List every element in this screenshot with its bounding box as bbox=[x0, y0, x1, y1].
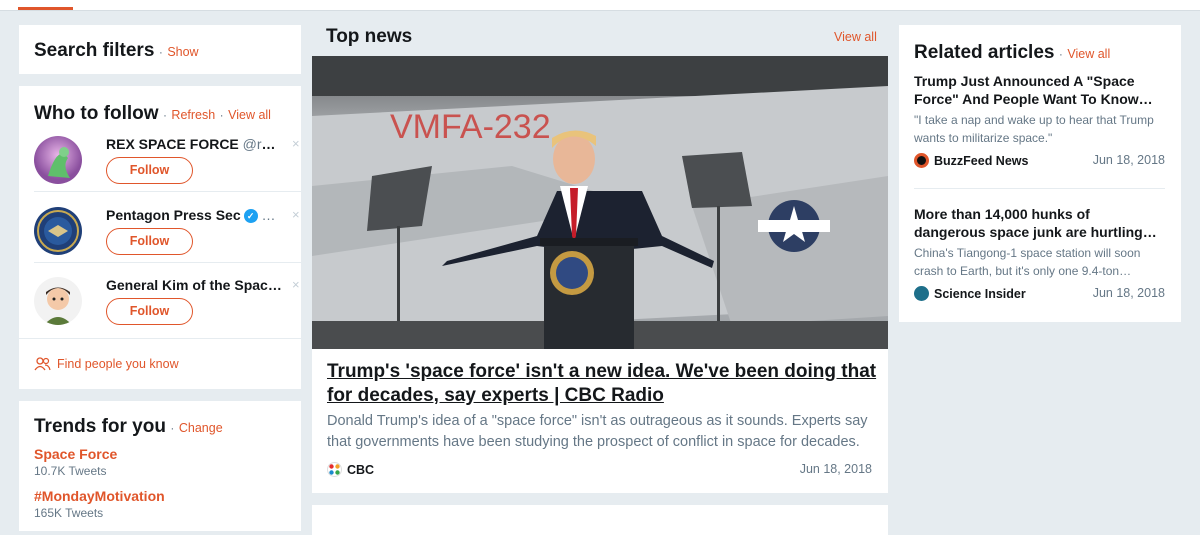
separator-dot: · bbox=[1058, 47, 1063, 61]
related-article-title[interactable]: More than 14,000 hunks of dangerous spac… bbox=[914, 205, 1165, 241]
search-filters-title: Search filters bbox=[34, 40, 155, 61]
follow-suggestion-rex: REX SPACE FORCE @rex… × Follow bbox=[34, 136, 301, 206]
buzzfeed-logo-icon bbox=[914, 153, 929, 168]
trend-name[interactable]: Space Force bbox=[34, 446, 286, 462]
separator-dot: · bbox=[158, 45, 163, 59]
trend-item[interactable]: Space Force 10.7K Tweets bbox=[34, 446, 286, 478]
related-article-description: China's Tiangong-1 space station will so… bbox=[914, 246, 1141, 278]
related-article-description: "I take a nap and wake up to hear that T… bbox=[914, 113, 1154, 145]
avatar[interactable] bbox=[34, 207, 82, 255]
avatar[interactable] bbox=[34, 136, 82, 184]
refresh-link[interactable]: Refresh bbox=[171, 108, 215, 122]
follow-button[interactable]: Follow bbox=[106, 157, 193, 184]
trend-count: 165K Tweets bbox=[34, 506, 104, 520]
related-article-date: Jun 18, 2018 bbox=[1092, 286, 1165, 300]
related-article-source: Science Insider bbox=[914, 286, 1026, 301]
active-tab-indicator bbox=[18, 7, 73, 10]
divider bbox=[34, 262, 301, 263]
news-date: Jun 18, 2018 bbox=[799, 462, 872, 476]
next-news-card[interactable] bbox=[312, 505, 888, 535]
follow-suggestion-pentagon: Pentagon Press Sec ✓ … × Follow bbox=[34, 207, 301, 277]
account-name[interactable]: Pentagon Press Sec ✓ … bbox=[106, 207, 282, 223]
trends-card: Trends for you · Change Space Force 10.7… bbox=[19, 401, 301, 531]
related-article-title[interactable]: Trump Just Announced A "Space Force" And… bbox=[914, 72, 1165, 108]
divider bbox=[914, 188, 1165, 189]
hero-sign-text: VMFA-232 bbox=[390, 108, 551, 146]
top-nav-bar bbox=[0, 0, 1200, 11]
trend-name[interactable]: #MondayMotivation bbox=[34, 488, 286, 504]
separator-dot: · bbox=[170, 421, 175, 435]
divider bbox=[34, 191, 301, 192]
who-to-follow-card: Who to follow · Refresh · View all REX S… bbox=[19, 86, 301, 389]
related-article-source: BuzzFeed News bbox=[914, 153, 1028, 168]
dismiss-icon[interactable]: × bbox=[292, 207, 300, 222]
related-articles-title: Related articles bbox=[914, 42, 1055, 63]
dismiss-icon[interactable]: × bbox=[292, 136, 300, 151]
search-filters-card: Search filters · Show bbox=[19, 25, 301, 74]
news-description: Donald Trump's idea of a "space force" i… bbox=[327, 413, 868, 450]
search-filters-show-link[interactable]: Show bbox=[167, 45, 198, 59]
top-news-view-all-link[interactable]: View all bbox=[834, 30, 877, 44]
related-article-date: Jun 18, 2018 bbox=[1092, 153, 1165, 167]
related-article[interactable]: Trump Just Announced A "Space Force" And… bbox=[914, 72, 1165, 168]
separator-dot: · bbox=[219, 108, 224, 122]
follow-view-all-link[interactable]: View all bbox=[228, 108, 271, 122]
news-hero-image[interactable]: VMFA-232 bbox=[312, 56, 888, 349]
related-article[interactable]: More than 14,000 hunks of dangerous spac… bbox=[914, 205, 1165, 301]
account-name[interactable]: General Kim of the Spac… bbox=[106, 277, 282, 293]
top-news-title: Top news bbox=[326, 26, 413, 47]
trend-item[interactable]: #MondayMotivation 165K Tweets bbox=[34, 488, 286, 520]
divider bbox=[19, 338, 301, 339]
follow-button[interactable]: Follow bbox=[106, 298, 193, 325]
news-headline-link[interactable]: Trump's 'space force' isn't a new idea. … bbox=[327, 360, 877, 408]
trend-count: 10.7K Tweets bbox=[34, 464, 107, 478]
verified-icon: ✓ bbox=[243, 209, 258, 223]
follow-suggestion-general-kim: General Kim of the Spac… × Follow bbox=[34, 277, 301, 347]
who-to-follow-title: Who to follow bbox=[34, 103, 159, 124]
account-name[interactable]: REX SPACE FORCE @rex… bbox=[106, 136, 282, 152]
avatar[interactable] bbox=[34, 277, 82, 325]
cbc-logo-icon bbox=[327, 462, 342, 477]
separator-dot: · bbox=[162, 108, 167, 122]
related-articles-card: Related articles · View all Trump Just A… bbox=[899, 25, 1181, 322]
related-view-all-link[interactable]: View all bbox=[1067, 47, 1110, 61]
science-insider-logo-icon bbox=[914, 286, 929, 301]
top-news-card[interactable]: VMFA-232 Trump's 'space force' isn't a n… bbox=[312, 56, 888, 493]
dismiss-icon[interactable]: × bbox=[292, 277, 300, 292]
news-source: CBC bbox=[327, 462, 374, 477]
trends-change-link[interactable]: Change bbox=[179, 421, 223, 435]
follow-button[interactable]: Follow bbox=[106, 228, 193, 255]
trends-title: Trends for you bbox=[34, 416, 166, 437]
find-people-link[interactable]: Find people you know bbox=[34, 357, 179, 371]
people-icon bbox=[34, 357, 51, 371]
